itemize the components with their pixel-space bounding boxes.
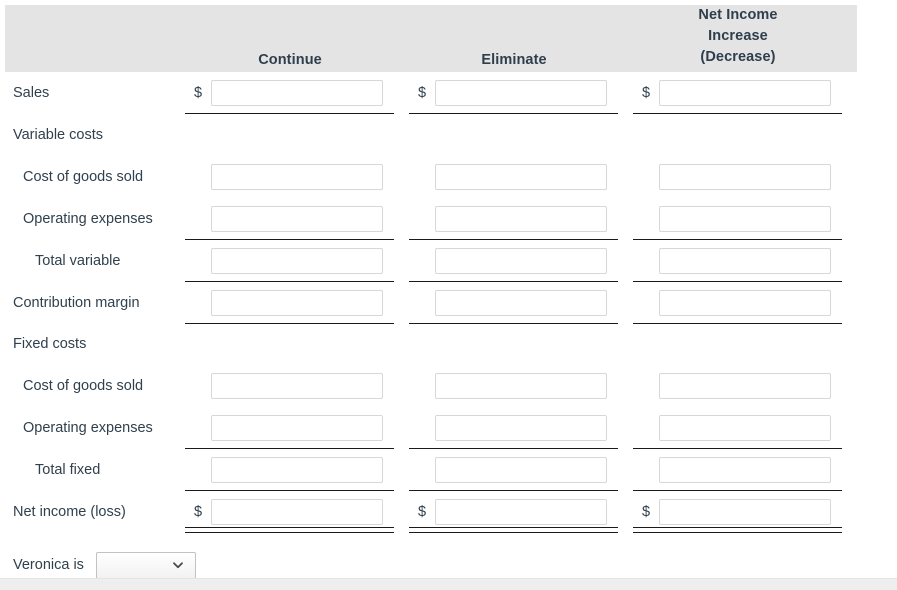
column-header-net-income-line3: (Decrease)	[700, 49, 776, 65]
row-label: Net income (loss)	[13, 504, 126, 520]
worksheet-root: Continue Eliminate Net Income Increase (…	[0, 0, 897, 590]
table-cell: $	[633, 72, 842, 114]
amount-input[interactable]	[659, 247, 831, 274]
amount-input[interactable]	[211, 457, 383, 484]
table-cell: $	[409, 72, 618, 114]
table-cell	[633, 156, 842, 198]
row-label: Operating expenses	[23, 420, 153, 437]
footer-strip	[0, 578, 897, 590]
total-double-rule	[633, 527, 842, 533]
amount-input[interactable]	[211, 205, 383, 232]
amount-input[interactable]	[435, 247, 607, 274]
amount-input[interactable]	[435, 415, 607, 442]
table-cell	[633, 240, 842, 282]
table-cell	[185, 407, 394, 450]
amount-input[interactable]	[435, 289, 607, 316]
table-cell	[633, 323, 842, 365]
veronica-status-select[interactable]	[96, 552, 196, 579]
amount-input[interactable]	[211, 289, 383, 316]
amount-input[interactable]	[659, 80, 831, 106]
amount-input[interactable]	[659, 163, 831, 190]
amount-input[interactable]	[211, 499, 383, 525]
amount-input[interactable]	[659, 289, 831, 316]
table-cell	[185, 323, 394, 365]
table-cell	[409, 156, 618, 198]
table-row: Operating expenses	[0, 198, 897, 240]
currency-symbol: $	[418, 85, 427, 101]
amount-input[interactable]	[659, 499, 831, 525]
table-cell	[185, 365, 394, 407]
table-cell	[409, 323, 618, 365]
table-cell	[409, 407, 618, 450]
row-label: Total fixed	[35, 462, 101, 479]
table-row: Cost of goods sold	[0, 365, 897, 407]
row-label: Cost of goods sold	[23, 378, 144, 395]
table-cell	[185, 156, 394, 198]
table-cell: $	[185, 491, 394, 533]
amount-input[interactable]	[659, 205, 831, 232]
table-row: Operating expenses	[0, 407, 897, 450]
table-cell	[185, 449, 394, 492]
table-row: Contribution margin	[0, 282, 897, 324]
table-row: Sales $ $ $	[0, 72, 897, 114]
column-header-eliminate: Eliminate	[481, 52, 547, 68]
table-cell	[185, 282, 394, 324]
table-cell	[409, 449, 618, 492]
amount-input[interactable]	[211, 163, 383, 190]
row-label: Total variable	[35, 252, 121, 269]
table-cell	[409, 240, 618, 282]
table-cell	[409, 282, 618, 324]
amount-input[interactable]	[435, 163, 607, 190]
row-label: Sales	[13, 85, 50, 101]
row-label: Fixed costs	[13, 336, 87, 353]
table-cell	[633, 449, 842, 492]
table-row: Total variable	[0, 240, 897, 282]
table-cell	[409, 114, 618, 156]
table-cell	[185, 114, 394, 156]
amount-input[interactable]	[659, 457, 831, 484]
table-row: Total fixed	[0, 449, 897, 492]
amount-input[interactable]	[211, 247, 383, 274]
row-label: Variable costs	[13, 126, 103, 143]
row-label: Operating expenses	[23, 210, 153, 227]
total-double-rule	[409, 527, 618, 533]
table-cell	[633, 365, 842, 407]
table-cell	[185, 198, 394, 240]
table-row: Fixed costs	[0, 323, 897, 365]
table-cell	[633, 114, 842, 156]
table-cell	[633, 282, 842, 324]
total-double-rule	[185, 527, 394, 533]
amount-input[interactable]	[435, 499, 607, 525]
amount-input[interactable]	[659, 373, 831, 400]
table-cell: $	[409, 491, 618, 533]
column-header-net-income-line1: Net Income	[698, 7, 778, 23]
table-row: Cost of goods sold	[0, 156, 897, 198]
amount-input[interactable]	[659, 415, 831, 442]
row-label: Cost of goods sold	[23, 168, 144, 185]
table-row: Variable costs	[0, 114, 897, 156]
amount-input[interactable]	[435, 205, 607, 232]
row-label: Contribution margin	[13, 294, 140, 311]
column-header-net-income: Net Income Increase (Decrease)	[658, 5, 818, 68]
table-cell	[409, 198, 618, 240]
table-cell	[409, 365, 618, 407]
table-row: Net income (loss) $ $ $	[0, 491, 897, 533]
table-cell	[633, 198, 842, 240]
table-cell	[185, 240, 394, 282]
amount-input[interactable]	[435, 457, 607, 484]
amount-input[interactable]	[435, 80, 607, 106]
amount-input[interactable]	[435, 373, 607, 400]
amount-input[interactable]	[211, 373, 383, 400]
table-cell	[633, 407, 842, 450]
amount-input[interactable]	[211, 415, 383, 442]
currency-symbol: $	[642, 85, 651, 101]
table-cell: $	[633, 491, 842, 533]
column-header-continue: Continue	[258, 52, 322, 68]
table-cell: $	[185, 72, 394, 114]
column-header-net-income-line2: Increase	[708, 28, 768, 44]
amount-input[interactable]	[211, 80, 383, 106]
currency-symbol: $	[194, 85, 203, 101]
